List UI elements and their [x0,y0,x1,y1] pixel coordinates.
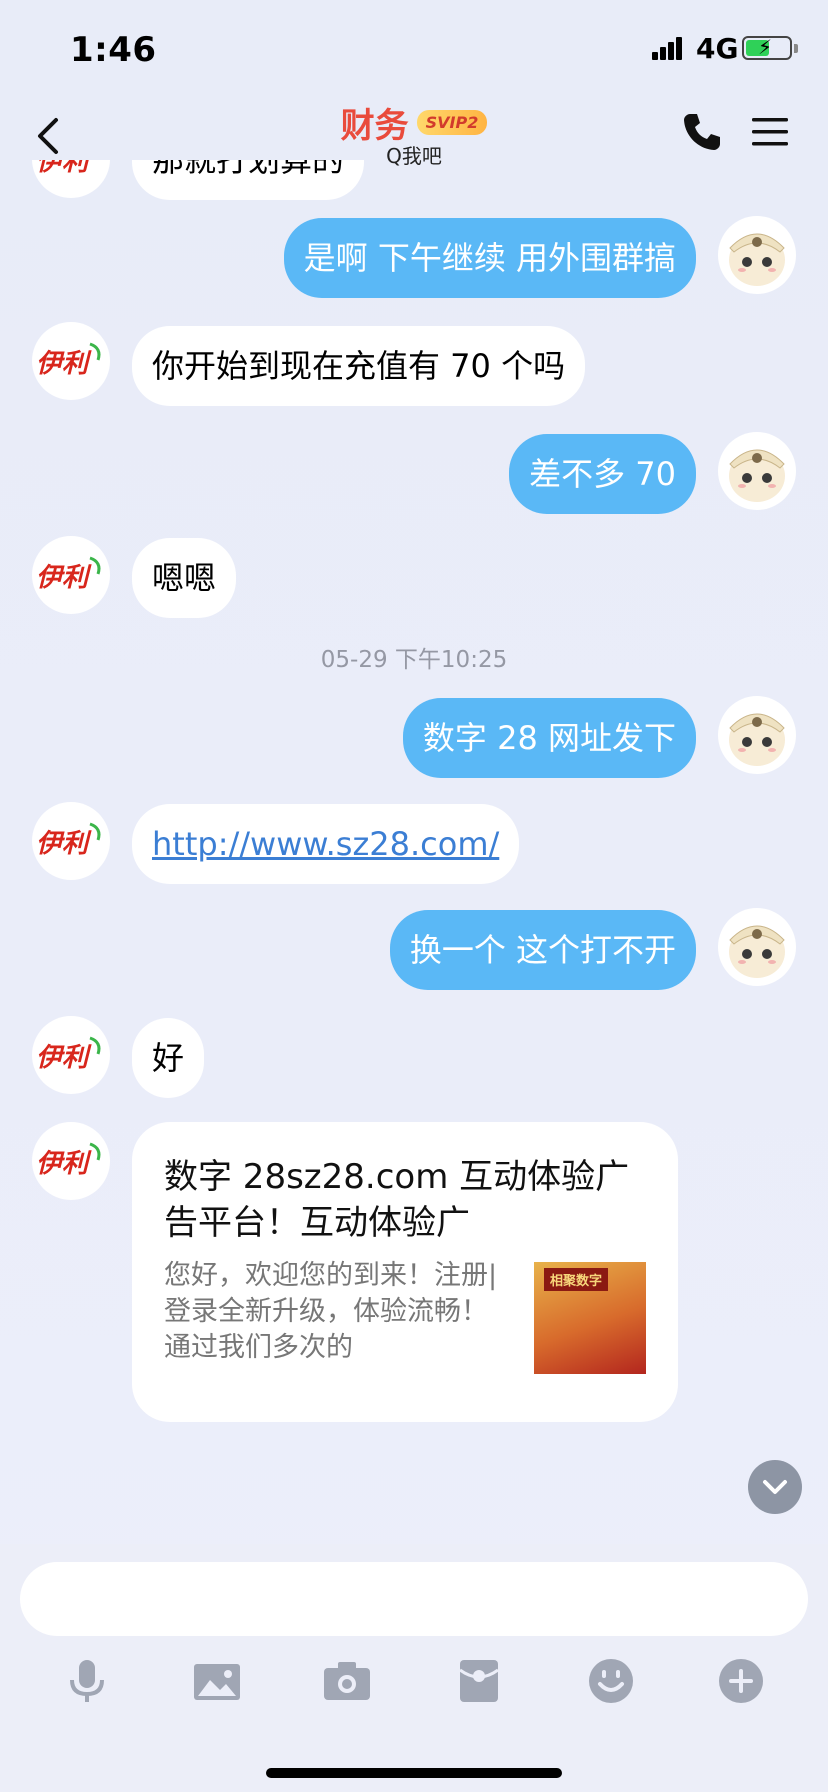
partner-avatar[interactable]: 伊利 [32,160,110,198]
avatar-logo-text: 伊利 [36,1043,92,1073]
link-preview-card[interactable]: 数字 28sz28.com 互动体验广告平台！互动体验广 您好，欢迎您的到来！注… [132,1122,678,1422]
signal-icon [652,34,688,60]
emoji-icon[interactable] [586,1656,636,1706]
card-description: 您好，欢迎您的到来！注册|登录全新升级，体验流畅！通过我们多次的 [164,1260,498,1363]
chevron-down-icon [763,1480,787,1494]
status-time: 1:46 [70,30,157,70]
avatar-logo-text: 伊利 [36,563,92,593]
self-avatar[interactable] [718,908,796,986]
partner-avatar[interactable]: 伊利 [32,802,110,880]
card-thumbnail: 相聚数字 [534,1262,646,1374]
timestamp: 05-29 下午10:25 [320,647,508,673]
avatar-logo-text: 伊利 [36,829,92,859]
svip-badge: SVIP2 [416,110,488,135]
message-input[interactable] [20,1562,808,1636]
message-bubble[interactable]: 你开始到现在充值有 70 个吗 [132,326,586,406]
partner-avatar[interactable]: 伊利 [32,1122,110,1200]
thumb-label: 相聚数字 [544,1268,609,1291]
microphone-icon[interactable] [62,1656,112,1706]
menu-icon[interactable] [752,114,788,150]
card-title: 数字 28sz28.com 互动体验广告平台！互动体验广 [164,1157,630,1243]
image-icon[interactable] [192,1656,242,1706]
plus-icon[interactable] [716,1656,766,1706]
message-bubble[interactable]: 数字 28 网址发下 [402,698,696,778]
network-label: 4G [696,32,739,65]
phone-icon[interactable] [680,110,724,154]
camera-icon[interactable] [322,1656,372,1706]
avatar-logo-text: 伊利 [36,349,92,379]
chat-screen: 1:46 4G ⚡ 财务 SVIP2 Q我吧 伊利 那就打划算的 是啊 下午继续… [0,0,828,1792]
home-indicator [266,1768,562,1778]
battery-tip [794,44,798,53]
red-packet-icon[interactable] [454,1656,504,1706]
self-avatar[interactable] [718,216,796,294]
message-bubble[interactable]: 嗯嗯 [132,538,237,618]
message-bubble[interactable]: 那就打划算的 [132,160,365,200]
status-bar: 1:46 4G ⚡ [0,0,828,96]
input-area [0,1544,828,1792]
battery-icon: ⚡ [742,35,792,60]
message-bubble[interactable]: 差不多 70 [509,434,696,514]
message-list[interactable]: 伊利 那就打划算的 是啊 下午继续 用外围群搞 伊利 你开始到现在充值有 70 … [0,160,828,1544]
message-bubble[interactable]: 是啊 下午继续 用外围群搞 [283,218,696,298]
self-avatar[interactable] [718,696,796,774]
scroll-down-button[interactable] [748,1460,802,1514]
message-bubble[interactable]: 好 [132,1018,205,1098]
link-message-bubble[interactable]: http://www.sz28.com/ [132,804,520,884]
avatar-logo-text: 伊利 [36,160,92,177]
message-bubble[interactable]: 换一个 这个打不开 [389,910,696,990]
self-avatar[interactable] [718,432,796,510]
partner-avatar[interactable]: 伊利 [32,536,110,614]
partner-avatar[interactable]: 伊利 [32,1016,110,1094]
avatar-logo-text: 伊利 [36,1149,92,1179]
partner-avatar[interactable]: 伊利 [32,322,110,400]
